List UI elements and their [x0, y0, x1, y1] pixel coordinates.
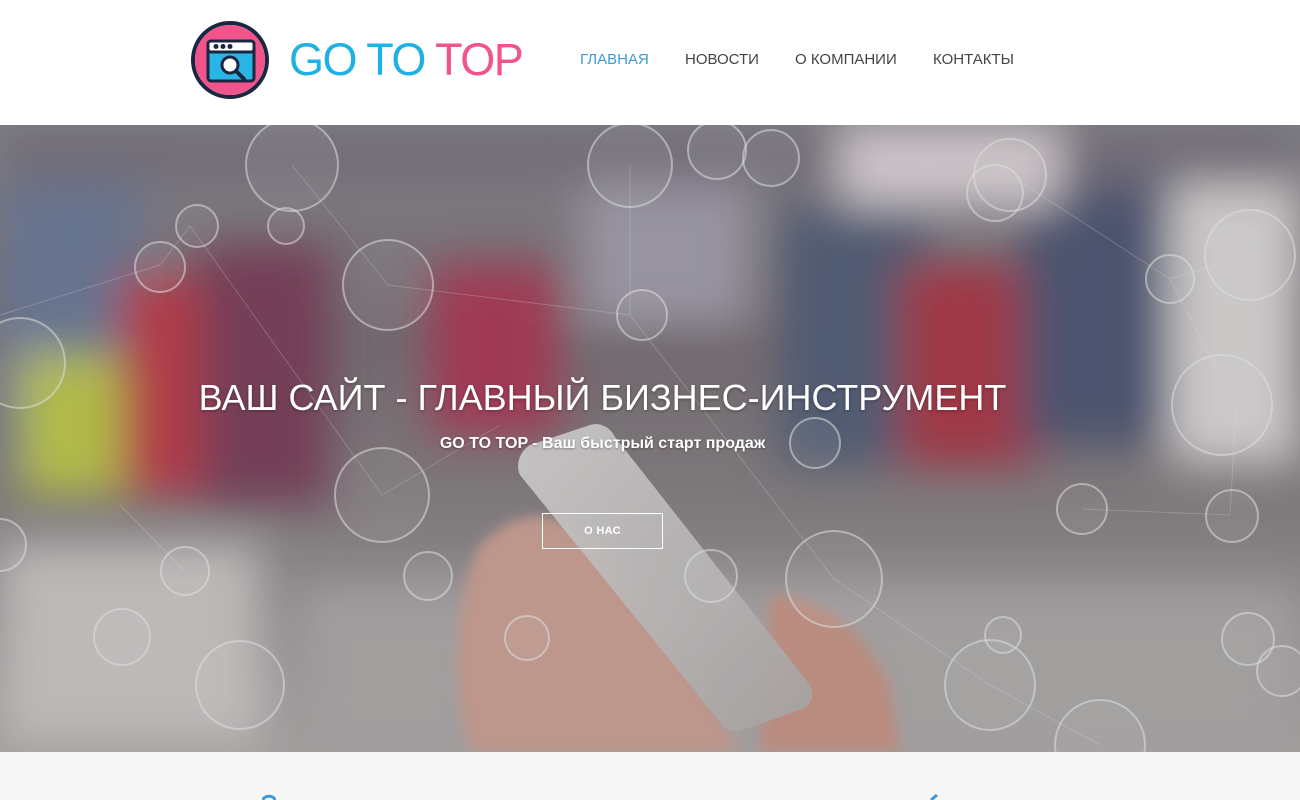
nav-item-about[interactable]: О КОМПАНИИ	[795, 49, 897, 71]
site-header: GO TO TOP ГЛАВНАЯ НОВОСТИ О КОМПАНИИ КОН…	[0, 0, 1300, 125]
browser-search-icon[interactable]	[190, 20, 270, 100]
feature-icon-left	[262, 794, 276, 800]
hero-banner: ВАШ САЙТ - ГЛАВНЫЙ БИЗНЕС-ИНСТРУМЕНТ GO …	[0, 125, 1300, 752]
features-section	[0, 752, 1300, 800]
nav-item-news[interactable]: НОВОСТИ	[685, 49, 759, 71]
nav-item-contacts[interactable]: КОНТАКТЫ	[933, 49, 1014, 71]
logo-text-go-to: GO TO	[289, 34, 436, 85]
hero-subtitle: GO TO TOP - Ваш быстрый старт продаж	[439, 435, 766, 452]
hero-title: ВАШ САЙТ - ГЛАВНЫЙ БИЗНЕС-ИНСТРУМЕНТ	[198, 377, 1007, 418]
feature-icon-right	[930, 794, 938, 800]
about-us-button[interactable]: О НАС	[542, 513, 663, 549]
logo-text-top: TOP	[435, 34, 524, 85]
nav-item-home[interactable]: ГЛАВНАЯ	[580, 49, 649, 71]
logo-text[interactable]: GO TO TOP	[289, 34, 524, 86]
